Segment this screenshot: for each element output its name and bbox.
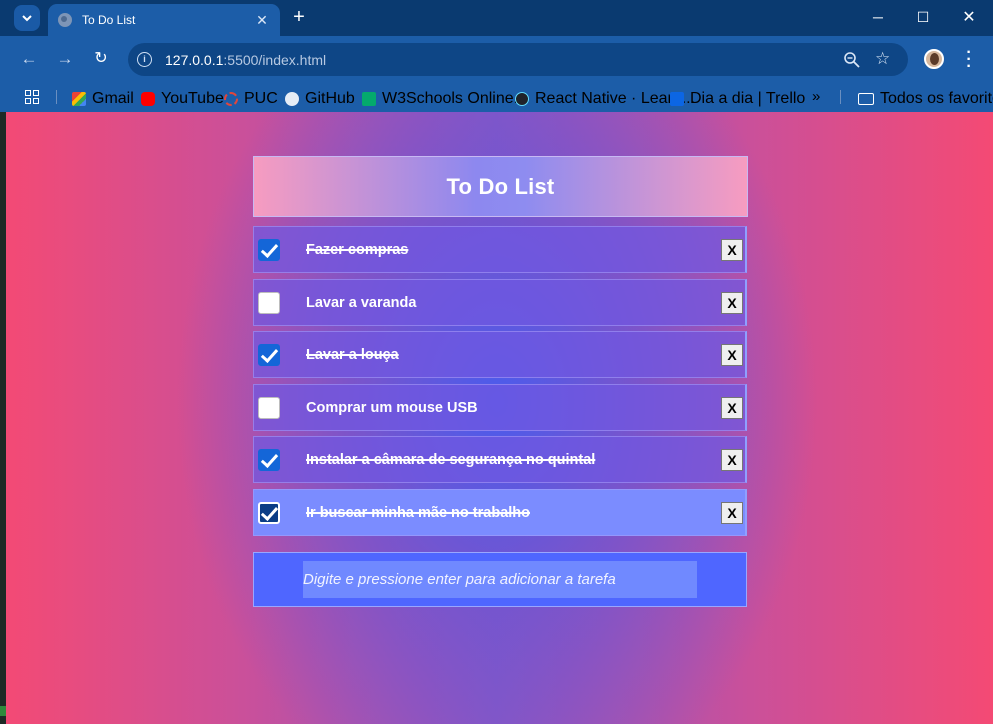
bookmark-github[interactable]: GitHub bbox=[285, 90, 355, 108]
task-text: Instalar a câmara de segurança no quinta… bbox=[306, 451, 596, 468]
chevron-down-icon bbox=[22, 15, 32, 22]
url-host: 127.0.0.1 bbox=[165, 52, 224, 68]
minimize-button[interactable]: ─ bbox=[855, 0, 901, 34]
task-checkbox[interactable] bbox=[258, 291, 280, 314]
profile-avatar[interactable] bbox=[924, 49, 944, 69]
bookmarks-divider bbox=[56, 90, 57, 104]
close-tab-icon[interactable]: ✕ bbox=[254, 12, 270, 29]
window-edge bbox=[0, 112, 6, 724]
zoom-icon[interactable] bbox=[843, 51, 861, 69]
all-bookmarks-folder[interactable]: Todos os favoritos bbox=[858, 90, 993, 108]
task-checkbox[interactable] bbox=[258, 501, 280, 524]
delete-task-button[interactable]: X bbox=[721, 501, 743, 524]
bookmark-label: YouTube bbox=[161, 90, 224, 107]
task-checkbox[interactable] bbox=[258, 396, 280, 419]
task-item: Fazer compras X bbox=[253, 226, 747, 273]
delete-task-button[interactable]: X bbox=[721, 343, 743, 366]
browser-menu-icon[interactable]: · · · bbox=[962, 45, 976, 75]
task-checkbox[interactable] bbox=[258, 238, 280, 261]
task-item: Instalar a câmara de segurança no quinta… bbox=[253, 436, 747, 483]
task-checkbox[interactable] bbox=[258, 343, 280, 366]
more-bookmarks-label: » bbox=[812, 88, 821, 105]
more-bookmarks-button[interactable]: » bbox=[812, 88, 820, 105]
new-task-input[interactable] bbox=[303, 561, 697, 598]
task-text: Fazer compras bbox=[306, 241, 409, 258]
w3schools-icon bbox=[362, 92, 376, 106]
browser-title-bar: To Do List ✕ + ─ ☐ ✕ bbox=[0, 0, 993, 36]
bookmark-gmail[interactable]: Gmail bbox=[72, 90, 134, 108]
bookmark-label: Dia a dia | Trello bbox=[690, 90, 806, 107]
folder-icon bbox=[858, 93, 874, 105]
bookmark-w3schools[interactable]: W3Schools Online... bbox=[362, 90, 527, 108]
todo-header: To Do List bbox=[253, 156, 748, 217]
back-button[interactable]: ← bbox=[17, 47, 41, 71]
url-text[interactable]: 127.0.0.1:5500/index.html bbox=[165, 52, 326, 68]
gmail-icon bbox=[72, 92, 86, 106]
youtube-icon bbox=[141, 92, 155, 106]
bookmark-trello[interactable]: Dia a dia | Trello bbox=[670, 90, 805, 108]
bookmark-react-native[interactable]: React Native · Learn... bbox=[515, 90, 695, 108]
task-text: Comprar um mouse USB bbox=[306, 399, 478, 416]
task-text: Lavar a varanda bbox=[306, 294, 417, 311]
task-text: Ir buscar minha mãe no trabalho bbox=[306, 504, 530, 521]
bookmark-label: PUC bbox=[244, 90, 278, 107]
new-tab-button[interactable]: + bbox=[288, 6, 310, 28]
maximize-button[interactable]: ☐ bbox=[900, 0, 946, 34]
bookmark-label: GitHub bbox=[305, 90, 355, 107]
bookmark-youtube[interactable]: YouTube bbox=[141, 90, 224, 108]
github-icon bbox=[285, 92, 299, 106]
tab-search-button[interactable] bbox=[14, 5, 40, 31]
bookmark-label: W3Schools Online... bbox=[382, 90, 527, 107]
bookmarks-divider bbox=[840, 90, 841, 104]
delete-task-button[interactable]: X bbox=[721, 396, 743, 419]
task-item: Ir buscar minha mãe no trabalho X bbox=[253, 489, 747, 536]
new-task-form bbox=[253, 552, 747, 607]
task-text: Lavar a louça bbox=[306, 346, 399, 363]
bookmark-puc[interactable]: PUC bbox=[224, 90, 278, 108]
url-path: :5500/index.html bbox=[223, 52, 327, 68]
delete-task-button[interactable]: X bbox=[721, 238, 743, 261]
bookmark-star-icon[interactable]: ☆ bbox=[875, 49, 890, 69]
tab-title: To Do List bbox=[82, 13, 136, 27]
reload-button[interactable]: ↻ bbox=[89, 47, 113, 71]
delete-task-button[interactable]: X bbox=[721, 448, 743, 471]
close-window-button[interactable]: ✕ bbox=[946, 0, 992, 34]
task-item: Comprar um mouse USB X bbox=[253, 384, 747, 431]
task-checkbox[interactable] bbox=[258, 448, 280, 471]
browser-tab[interactable]: To Do List ✕ bbox=[48, 4, 280, 36]
task-item: Lavar a louça X bbox=[253, 331, 747, 378]
apps-grid-icon[interactable] bbox=[25, 90, 39, 104]
globe-icon bbox=[58, 13, 72, 27]
task-item: Lavar a varanda X bbox=[253, 279, 747, 326]
delete-task-button[interactable]: X bbox=[721, 291, 743, 314]
page-title: To Do List bbox=[446, 173, 555, 199]
forward-button[interactable]: → bbox=[53, 47, 77, 71]
react-icon bbox=[515, 92, 529, 106]
puc-icon bbox=[224, 92, 238, 106]
trello-icon bbox=[670, 92, 684, 106]
bookmark-label: Gmail bbox=[92, 90, 134, 107]
site-info-icon[interactable]: i bbox=[137, 52, 152, 67]
all-bookmarks-label: Todos os favoritos bbox=[880, 90, 993, 107]
